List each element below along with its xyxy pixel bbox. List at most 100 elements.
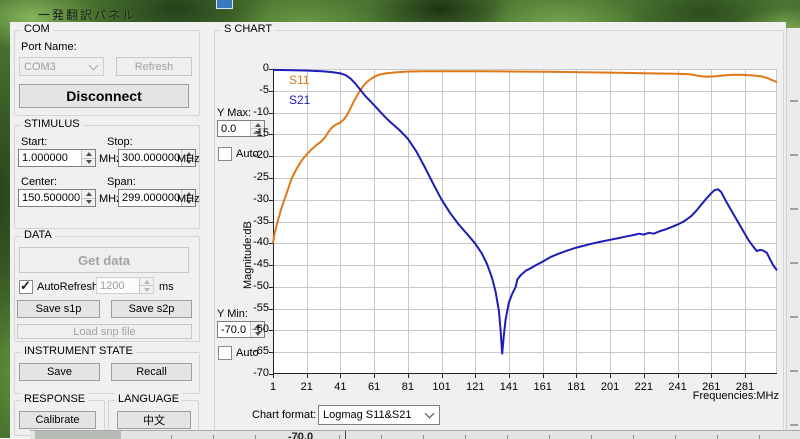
refresh-interval-value[interactable]: 1200 [97,278,139,293]
y-tick-label: -65 [215,345,269,358]
com-group-title: COM [21,23,53,35]
save-s2p-button[interactable]: Save s2p [111,300,192,318]
spin-down-icon[interactable] [81,158,95,167]
y-tick-label: -5 [215,84,269,97]
spin-down-icon[interactable] [81,198,95,207]
language-button-label: 中文 [143,412,165,428]
calibrate-button-label: Calibrate [35,414,79,426]
stop-value[interactable]: 300.000000 [119,150,181,166]
chevron-down-icon [425,409,435,419]
y-tick-label: -25 [215,171,269,184]
s11-trace [273,71,777,243]
background-window-title: 一発翻訳パネル [38,6,228,22]
com-port-value: COM3 [24,61,56,73]
x-tick-label: 201 [593,381,627,393]
save-state-button[interactable]: Save [19,363,100,381]
disconnect-button[interactable]: Disconnect [19,84,189,108]
stimulus-group-title: STIMULUS [21,118,83,130]
center-value[interactable]: 150.500000 [19,190,81,206]
y-tick-label: -45 [215,258,269,271]
refresh-button-label: Refresh [135,61,174,73]
get-data-button[interactable]: Get data [19,247,189,273]
x-tick-label: 241 [661,381,695,393]
com-groupbox: COM Port Name: COM3 Refresh Disconnect [14,30,200,116]
x-tick-label: 41 [323,381,357,393]
x-tick-label: 1 [256,381,290,393]
s-chart-groupbox: S CHART Y Max: 0.0 Auto Magnitude:dB Y M… [214,30,784,434]
y-tick-label: -55 [215,302,269,315]
y-tick-label: -50 [215,280,269,293]
x-tick-label: 181 [559,381,593,393]
x-tick-label: 141 [492,381,526,393]
save-s1p-button[interactable]: Save s1p [17,300,100,318]
x-tick-label: 121 [458,381,492,393]
chart-legend: S11 S21 [289,73,310,107]
stimulus-groupbox: STIMULUS Start: Stop: 1.000000 MHz 300.0… [14,125,200,229]
stop-unit-label: MHz [177,153,200,165]
chart-format-select[interactable]: Logmag S11&S21 [318,405,440,425]
s-chart-plot [273,69,777,374]
save-s2p-button-label: Save s2p [129,303,175,315]
data-group-title: DATA [21,229,55,241]
background-scrollbar[interactable] [786,28,800,438]
y-tick-label: -10 [215,106,269,119]
start-value[interactable]: 1.000000 [19,150,81,166]
get-data-button-label: Get data [78,253,130,268]
span-value[interactable]: 299.000000 [119,190,181,206]
stop-label: Stop: [107,136,133,148]
spin-up-icon[interactable] [81,150,95,158]
x-tick-label: 101 [425,381,459,393]
save-s1p-button-label: Save s1p [36,303,82,315]
autorefresh-checkbox[interactable] [19,280,33,294]
y-tick-label: -15 [215,127,269,140]
spin-up-icon[interactable] [81,190,95,198]
legend-s11: S11 [289,73,310,87]
spin-down-icon[interactable] [139,285,153,293]
load-snp-button[interactable]: Load snp file [17,324,192,339]
spin-up-icon[interactable] [139,278,153,285]
y-tick-label: -70 [215,367,269,380]
y-tick-label: -40 [215,236,269,249]
refresh-button[interactable]: Refresh [116,57,192,76]
x-tick-label: 81 [391,381,425,393]
s-chart-group-title: S CHART [221,23,275,35]
data-groupbox: DATA Get data AutoRefresh 1200 ms Save s… [14,236,200,342]
span-unit-label: MHz [177,193,200,205]
calibrate-button[interactable]: Calibrate [19,411,96,429]
center-label: Center: [21,176,57,188]
x-axis-title: Frequencies:MHz [693,390,779,402]
response-group-title: RESPONSE [21,393,88,405]
chart-format-label: Chart format: [252,409,316,421]
vna-app-window: COM Port Name: COM3 Refresh Disconnect S… [10,22,786,438]
interval-unit-label: ms [159,281,174,293]
recall-state-button[interactable]: Recall [111,363,192,381]
y-tick-label: -60 [215,323,269,336]
x-tick-label: 21 [290,381,324,393]
com-port-select[interactable]: COM3 [19,57,104,76]
port-name-label: Port Name: [21,41,77,53]
x-tick-label: 221 [627,381,661,393]
autorefresh-label: AutoRefresh [37,281,98,293]
language-button[interactable]: 中文 [117,411,191,429]
x-tick-label: 61 [357,381,391,393]
scrollbar-marks [790,48,798,428]
start-label: Start: [21,136,47,148]
y-tick-label: -35 [215,215,269,228]
y-tick-label: -30 [215,193,269,206]
save-state-button-label: Save [47,366,72,378]
chevron-down-icon [89,60,99,70]
s-parameter-chart [273,69,777,374]
instrument-state-groupbox: INSTRUMENT STATE Save Recall [14,352,200,394]
start-spinner[interactable]: 1.000000 [18,149,96,167]
center-spinner[interactable]: 150.500000 [18,189,96,207]
recall-state-button-label: Recall [136,366,167,378]
refresh-interval-spinner[interactable]: 1200 [96,277,154,294]
span-label: Span: [107,176,136,188]
load-snp-button-label: Load snp file [73,326,135,338]
legend-s21: S21 [289,93,310,107]
y-tick-label: -20 [215,149,269,162]
fragment-ticks [130,435,800,439]
language-group-title: LANGUAGE [115,393,182,405]
y-tick-label: 0 [215,62,269,75]
x-tick-label: 161 [526,381,560,393]
